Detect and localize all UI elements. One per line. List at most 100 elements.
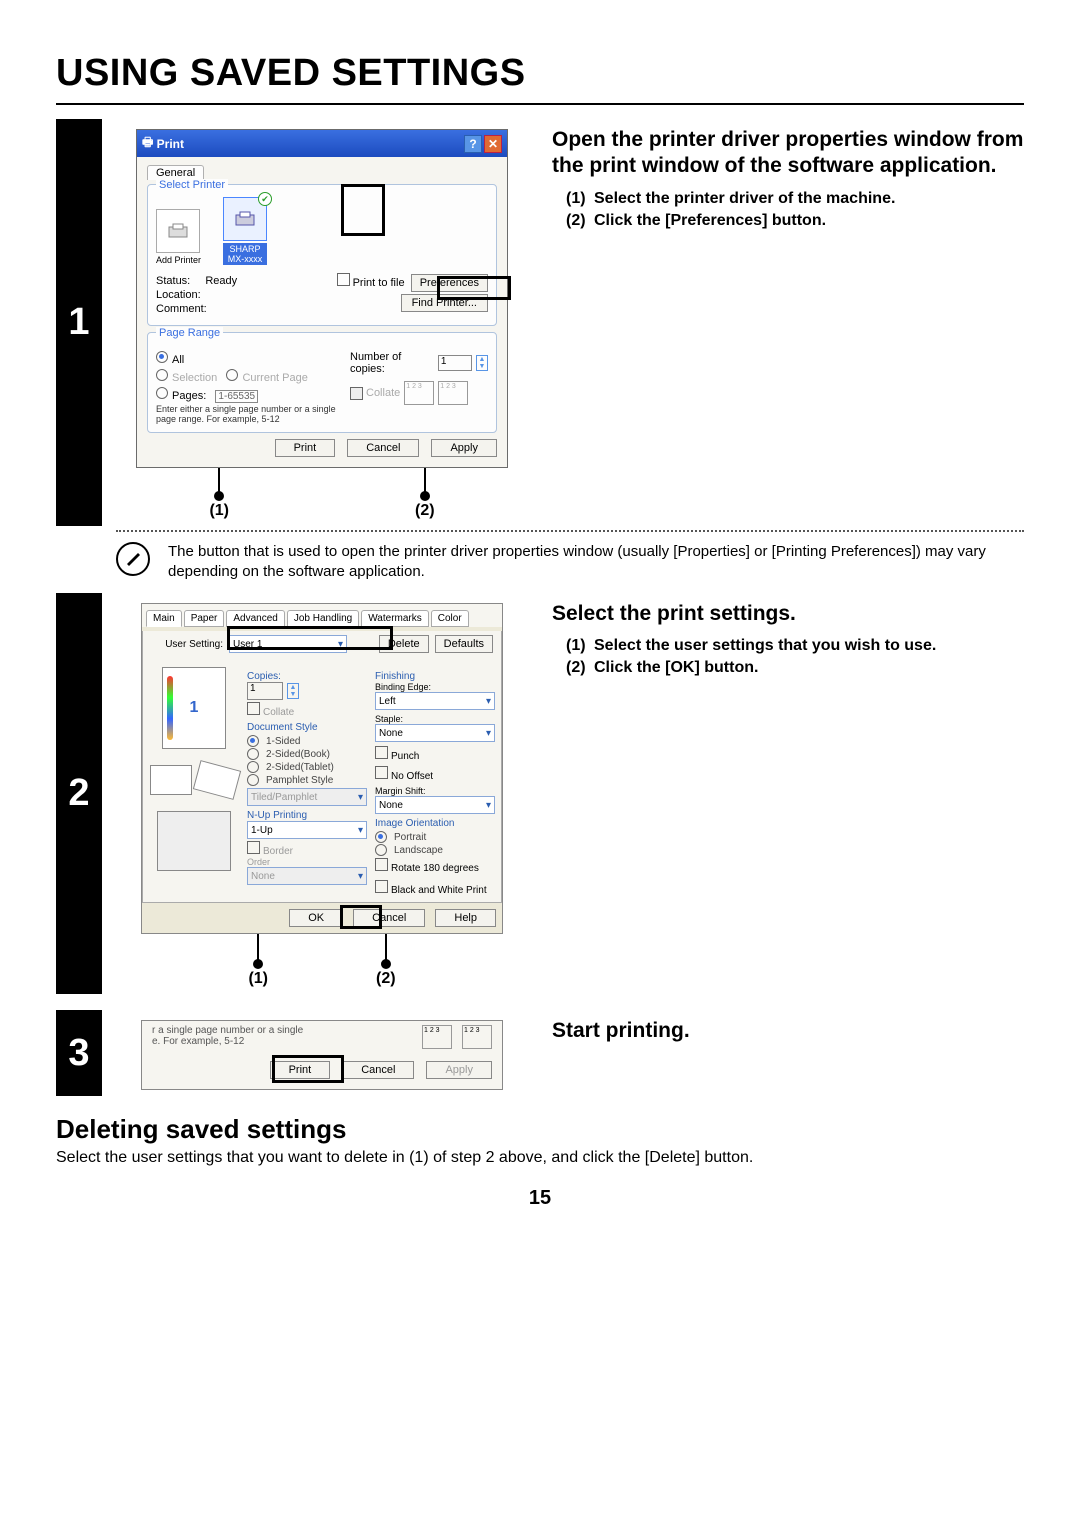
select-printer-legend: Select Printer: [156, 179, 228, 191]
cancel-button[interactable]: Cancel: [353, 909, 425, 927]
ok-button[interactable]: OK: [289, 909, 343, 927]
comment-label: Comment:: [156, 303, 207, 315]
printer-icon: 🖶: [142, 133, 157, 154]
collate-icon-2: 1 2 3: [462, 1025, 492, 1049]
defaults-button[interactable]: Defaults: [435, 635, 493, 653]
doc-style-label: Document Style: [247, 722, 367, 733]
tab-advanced[interactable]: Advanced: [226, 610, 284, 627]
collate-icon-2: 1 2 3: [438, 381, 468, 405]
border-checkbox: [247, 841, 260, 854]
help-button[interactable]: Help: [435, 909, 496, 927]
border-label: Border: [263, 846, 293, 857]
print-button[interactable]: Print: [275, 439, 336, 457]
current-page-label: Current Page: [242, 372, 307, 384]
bw-checkbox[interactable]: [375, 880, 388, 893]
margin-shift-dropdown[interactable]: None▾: [375, 796, 495, 814]
copies-stepper[interactable]: ▲▼: [476, 355, 488, 371]
collate-icon: 1 2 3: [404, 381, 434, 405]
num-copies-label: Number of copies:: [350, 351, 434, 375]
tiled-dropdown: Tiled/Pamphlet▾: [247, 788, 367, 806]
staple-dropdown[interactable]: None▾: [375, 724, 495, 742]
callout-2-label: (2): [415, 502, 435, 520]
printer-name: SHARP MX-xxxx: [223, 243, 267, 265]
step-number-1: 1: [56, 119, 102, 526]
driver-tabs[interactable]: MainPaperAdvancedJob HandlingWatermarksC…: [142, 604, 502, 627]
all-label: All: [172, 354, 184, 366]
radio-2sided-tablet[interactable]: [247, 761, 259, 773]
apply-button[interactable]: Apply: [431, 439, 497, 457]
radio-landscape[interactable]: [375, 844, 387, 856]
dialog-title: Print: [157, 137, 184, 151]
tab-job-handling[interactable]: Job Handling: [287, 610, 359, 627]
radio-2sided-book[interactable]: [247, 748, 259, 760]
step2-lead: Select the print settings.: [552, 601, 1024, 627]
user-setting-label: User Setting:: [151, 639, 223, 650]
radio-1sided[interactable]: [247, 735, 259, 747]
close-icon[interactable]: ✕: [484, 135, 502, 153]
radio-all[interactable]: [156, 351, 168, 363]
delete-button[interactable]: Delete: [379, 635, 429, 653]
status-value: Ready: [205, 275, 237, 287]
snippet-hint-2: e. For example, 5-12: [152, 1036, 244, 1047]
location-label: Location:: [156, 289, 201, 301]
callout-2-label: (2): [376, 970, 396, 988]
selected-printer-icon[interactable]: [223, 197, 267, 241]
step-number-2: 2: [56, 593, 102, 994]
image-orientation-label: Image Orientation: [375, 818, 495, 829]
print-dialog: 🖶 Print ? ✕ General Select Printer Add: [136, 129, 508, 468]
step1-item-1: Select the printer driver of the machine…: [594, 190, 895, 208]
binding-edge-dropdown[interactable]: Left▾: [375, 692, 495, 710]
page-range-legend: Page Range: [156, 327, 223, 339]
nup-dropdown[interactable]: 1-Up▾: [247, 821, 367, 839]
tab-general[interactable]: General: [147, 165, 204, 180]
radio-selection: [156, 369, 168, 381]
tab-main[interactable]: Main: [146, 610, 182, 627]
no-offset-checkbox[interactable]: [375, 766, 388, 779]
step3-lead: Start printing.: [552, 1018, 1024, 1044]
user-setting-dropdown[interactable]: User 1▾: [229, 635, 347, 653]
no-offset-label: No Offset: [391, 771, 433, 782]
radio-pages[interactable]: [156, 387, 168, 399]
apply-button: Apply: [426, 1061, 492, 1079]
punch-label: Punch: [391, 751, 419, 762]
step1-item-2: Click the [Preferences] button.: [594, 212, 826, 230]
preview-page-icon: 1: [162, 667, 226, 749]
copies-label: Copies:: [247, 671, 367, 682]
pages-hint: Enter either a single page number or a s…: [156, 404, 350, 424]
radio-pamphlet[interactable]: [247, 774, 259, 786]
deleting-subhead: Deleting saved settings: [56, 1114, 1024, 1145]
print-to-file-label: Print to file: [353, 277, 405, 289]
note-icon: [116, 542, 150, 576]
collate-label: Collate: [263, 707, 294, 718]
preferences-button[interactable]: Preferences: [411, 274, 488, 292]
note-text: The button that is used to open the prin…: [168, 542, 1024, 581]
cancel-button[interactable]: Cancel: [347, 439, 419, 457]
help-icon[interactable]: ?: [464, 135, 482, 153]
print-button[interactable]: Print: [270, 1061, 331, 1079]
driver-dialog: MainPaperAdvancedJob HandlingWatermarksC…: [141, 603, 503, 934]
punch-checkbox[interactable]: [375, 746, 388, 759]
copies-input[interactable]: 1: [438, 355, 472, 371]
rotate-checkbox[interactable]: [375, 858, 388, 871]
print-snippet: r a single page number or a single e. Fo…: [141, 1020, 503, 1090]
order-dropdown: None▾: [247, 867, 367, 885]
print-to-file-checkbox[interactable]: [337, 273, 350, 286]
copies-stepper[interactable]: ▲▼: [287, 683, 299, 699]
radio-portrait[interactable]: [375, 831, 387, 843]
preview-mfp-icon: [157, 811, 231, 871]
add-printer-icon[interactable]: [156, 209, 200, 253]
tab-paper[interactable]: Paper: [184, 610, 225, 627]
step1-lead: Open the printer driver properties windo…: [552, 127, 1024, 180]
callout-1-label: (1): [209, 502, 229, 520]
add-printer-label: Add Printer: [156, 255, 201, 265]
staple-label: Staple:: [375, 714, 495, 724]
tab-color[interactable]: Color: [431, 610, 469, 627]
pages-input[interactable]: 1-65535: [215, 390, 258, 403]
collate-label: Collate: [366, 387, 400, 399]
rotate-label: Rotate 180 degrees: [391, 863, 479, 874]
cancel-button[interactable]: Cancel: [342, 1061, 414, 1079]
tab-watermarks[interactable]: Watermarks: [361, 610, 429, 627]
find-printer-button[interactable]: Find Printer...: [401, 294, 488, 312]
radio-current-page: [226, 369, 238, 381]
copies-input[interactable]: 1: [247, 682, 283, 700]
